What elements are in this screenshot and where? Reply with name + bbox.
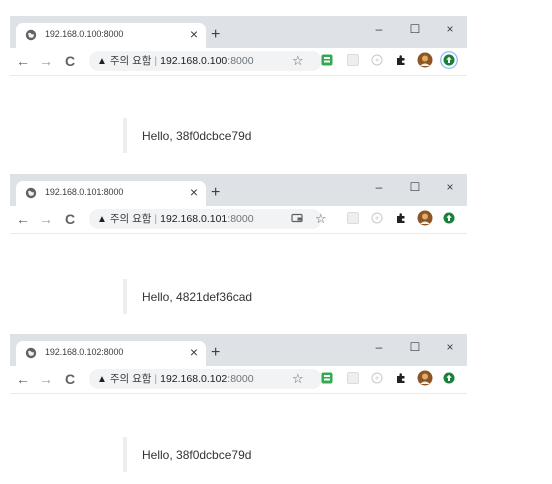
address-bar[interactable]: ▲ 주의 요함 | 192.168.0.101:8000 (89, 209, 322, 229)
warning-triangle-icon[interactable]: ▲ (97, 374, 107, 385)
maximize-button[interactable]: ☐ (408, 22, 422, 36)
page-text: Hello, 38f0dcbce79d (142, 129, 252, 143)
close-window-button[interactable]: × (443, 22, 457, 36)
extension-icon[interactable] (347, 372, 359, 384)
tab-title: 192.168.0.100:8000 (45, 29, 124, 39)
warning-triangle-icon[interactable]: ▲ (97, 214, 107, 225)
puzzle-icon[interactable] (395, 372, 407, 384)
url-separator: | (154, 373, 158, 385)
close-window-button[interactable]: × (443, 180, 457, 194)
reload-button[interactable]: C (62, 370, 78, 388)
address-bar[interactable]: ▲ 주의 요함 | 192.168.0.102:8000 (89, 369, 322, 389)
security-warning-label[interactable]: 주의 요함 (110, 213, 152, 225)
puzzle-icon[interactable] (395, 54, 407, 66)
minimize-button[interactable]: – (372, 180, 386, 194)
star-icon[interactable]: ☆ (315, 210, 327, 228)
forward-button[interactable]: → (38, 52, 54, 70)
avatar-icon[interactable] (417, 52, 433, 68)
page-content: Hello, 38f0dcbce79d (10, 76, 467, 173)
green-extension-icon[interactable] (321, 372, 333, 384)
warning-triangle-icon[interactable]: ▲ (97, 56, 107, 67)
browser-window-2: 192.168.0.101:8000 × + – ☐ × ← → C ▲ 주의 … (10, 174, 467, 331)
globe-icon (25, 29, 37, 41)
cast-icon[interactable] (291, 212, 303, 224)
url-separator: | (154, 55, 158, 67)
extension-round-icon[interactable] (371, 372, 383, 384)
reload-button[interactable]: C (62, 52, 78, 70)
back-button[interactable]: ← (15, 370, 31, 388)
url-host: 192.168.0.100 (160, 55, 228, 67)
tab-title: 192.168.0.102:8000 (45, 347, 124, 357)
toolbar: ← → C ▲ 주의 요함 | 192.168.0.100:8000 ☆ (10, 48, 467, 76)
globe-icon (25, 347, 37, 359)
update-icon[interactable] (441, 370, 457, 386)
back-button[interactable]: ← (15, 210, 31, 228)
security-warning-label[interactable]: 주의 요함 (110, 55, 152, 67)
maximize-button[interactable]: ☐ (408, 340, 422, 354)
tab-strip: 192.168.0.100:8000 × + – ☐ × (10, 16, 467, 48)
extension-icon[interactable] (347, 212, 359, 224)
url-port: :8000 (227, 373, 254, 385)
blockquote-border (123, 118, 127, 153)
browser-window-3: 192.168.0.102:8000 × + – ☐ × ← → C ▲ 주의 … (10, 334, 467, 484)
close-tab-icon[interactable]: × (190, 343, 198, 361)
address-bar[interactable]: ▲ 주의 요함 | 192.168.0.100:8000 (89, 51, 322, 71)
update-icon[interactable] (440, 51, 458, 69)
browser-window-1: 192.168.0.100:8000 × + – ☐ × ← → C ▲ 주의 … (10, 16, 467, 173)
avatar-icon[interactable] (417, 210, 433, 226)
tab-active[interactable]: 192.168.0.100:8000 × (16, 23, 206, 48)
url-port: :8000 (227, 55, 254, 67)
maximize-button[interactable]: ☐ (408, 180, 422, 194)
url-separator: | (154, 213, 158, 225)
extension-icon[interactable] (347, 54, 359, 66)
puzzle-icon[interactable] (395, 212, 407, 224)
extension-round-icon[interactable] (371, 54, 383, 66)
new-tab-button[interactable]: + (211, 184, 220, 202)
update-icon[interactable] (441, 210, 457, 226)
blockquote-border (123, 279, 127, 314)
toolbar: ← → C ▲ 주의 요함 | 192.168.0.101:8000 ☆ (10, 206, 467, 234)
tab-title: 192.168.0.101:8000 (45, 187, 124, 197)
page-text: Hello, 38f0dcbce79d (142, 448, 252, 462)
green-extension-icon[interactable] (321, 54, 333, 66)
close-tab-icon[interactable]: × (190, 183, 198, 201)
forward-button[interactable]: → (38, 370, 54, 388)
close-tab-icon[interactable]: × (190, 25, 198, 43)
new-tab-button[interactable]: + (211, 344, 220, 362)
tab-active[interactable]: 192.168.0.102:8000 × (16, 341, 206, 366)
minimize-button[interactable]: – (372, 22, 386, 36)
minimize-button[interactable]: – (372, 340, 386, 354)
tab-strip: 192.168.0.102:8000 × + – ☐ × (10, 334, 467, 366)
globe-icon (25, 187, 37, 199)
forward-button[interactable]: → (38, 210, 54, 228)
back-button[interactable]: ← (15, 52, 31, 70)
url-host: 192.168.0.102 (160, 373, 228, 385)
avatar-icon[interactable] (417, 370, 433, 386)
url-host: 192.168.0.101 (160, 213, 228, 225)
star-icon[interactable]: ☆ (292, 52, 304, 70)
url-port: :8000 (227, 213, 254, 225)
page-content: Hello, 4821def36cad (10, 234, 467, 331)
star-icon[interactable]: ☆ (292, 370, 304, 388)
security-warning-label[interactable]: 주의 요함 (110, 373, 152, 385)
tab-strip: 192.168.0.101:8000 × + – ☐ × (10, 174, 467, 206)
page-content: Hello, 38f0dcbce79d (10, 394, 467, 484)
blockquote-border (123, 437, 127, 472)
extension-round-icon[interactable] (371, 212, 383, 224)
tab-active[interactable]: 192.168.0.101:8000 × (16, 181, 206, 206)
new-tab-button[interactable]: + (211, 26, 220, 44)
close-window-button[interactable]: × (443, 340, 457, 354)
toolbar: ← → C ▲ 주의 요함 | 192.168.0.102:8000 ☆ (10, 366, 467, 394)
page-text: Hello, 4821def36cad (142, 290, 253, 304)
reload-button[interactable]: C (62, 210, 78, 228)
